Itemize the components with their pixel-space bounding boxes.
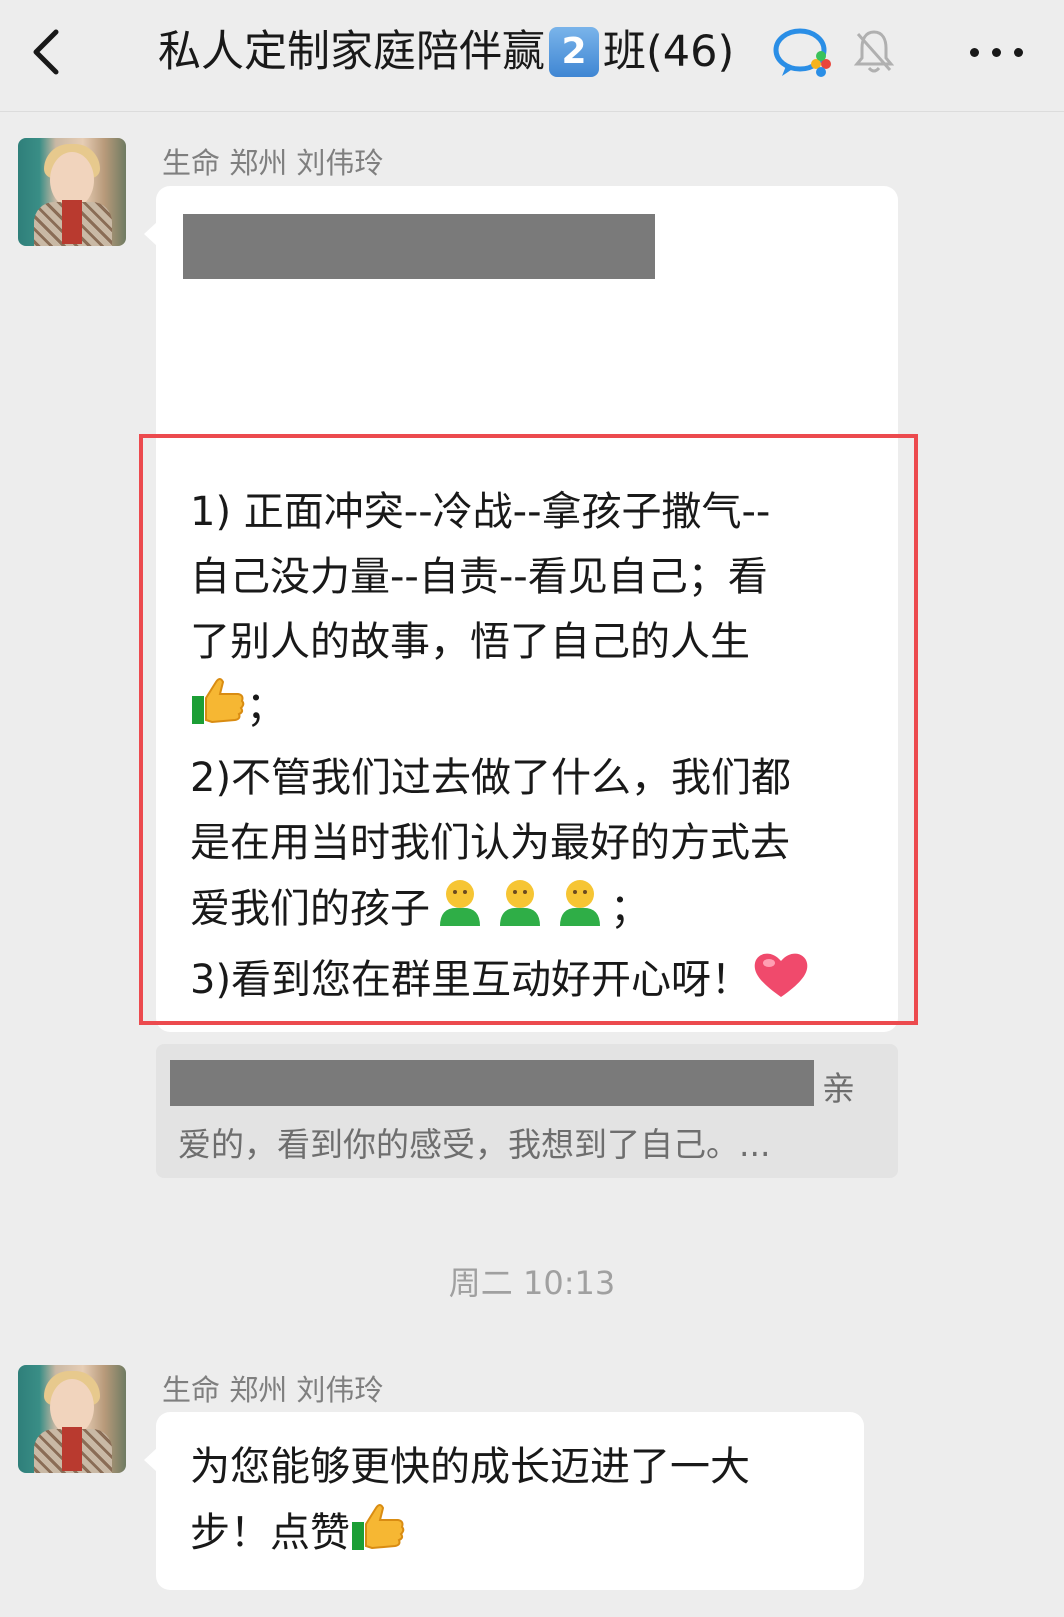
bell-muted-icon (854, 30, 894, 73)
redacted-text (183, 214, 655, 279)
message-text: 为您能够更快的成长迈进了一大 步！点赞 (190, 1434, 840, 1572)
chevron-left-icon[interactable] (18, 22, 78, 82)
keycap-number-badge: 2 (549, 27, 599, 77)
message-bubble[interactable]: 为您能够更快的成长迈进了一大 步！点赞 (144, 1412, 864, 1590)
more-dots-icon[interactable] (962, 34, 1042, 70)
chat-title-suffix: 班(46) (603, 27, 735, 77)
avatar[interactable] (18, 138, 126, 246)
quoted-message[interactable]: 亲 爱的，看到你的感受，我想到了自己。... (156, 1044, 898, 1178)
chat-header: 私人定制家庭陪伴赢 2 班(46) (0, 0, 1064, 112)
chat-title: 私人定制家庭陪伴赢 2 班(46) (158, 22, 734, 82)
timestamp: 周二 10:13 (448, 1264, 616, 1302)
chat-title-prefix: 私人定制家庭陪伴赢 (158, 27, 545, 77)
redacted-text (170, 1060, 814, 1106)
quote-text: 亲 (822, 1069, 855, 1108)
avatar[interactable] (18, 1365, 126, 1473)
thumbs-up-icon (350, 1502, 406, 1572)
quote-text: 爱的，看到你的感受，我想到了自己。... (178, 1125, 771, 1164)
highlight-annotation (139, 434, 918, 1025)
sender-name: 生命 郑州 刘伟玲 (162, 146, 384, 180)
sender-name: 生命 郑州 刘伟玲 (162, 1373, 384, 1407)
wecom-chat-icon (773, 28, 831, 77)
